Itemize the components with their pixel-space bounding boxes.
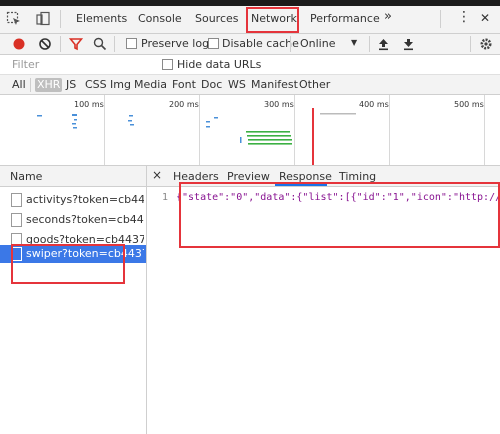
detail-tab-timing[interactable]: Timing: [339, 170, 376, 183]
tab-bar-separator-right: [440, 10, 441, 28]
name-column-label: Name: [10, 170, 43, 183]
type-filter-doc[interactable]: Doc: [201, 78, 222, 92]
inspect-element-icon[interactable]: [6, 11, 22, 27]
network-toolbar: Preserve log Disable cache Online ▼: [0, 34, 500, 55]
device-toolbar-icon[interactable]: [35, 11, 51, 27]
disable-cache-label: Disable cache: [222, 37, 299, 50]
search-icon[interactable]: [93, 37, 107, 51]
type-filter-css[interactable]: CSS: [85, 78, 107, 92]
request-name: seconds?token=cb443...: [26, 213, 144, 226]
type-filter-font[interactable]: Font: [172, 78, 196, 92]
menu-icon[interactable]: ⋮: [457, 9, 471, 25]
detail-tab-response[interactable]: Response: [279, 170, 332, 183]
type-filter-media[interactable]: Media: [134, 78, 167, 92]
detail-tab-preview[interactable]: Preview: [227, 170, 270, 183]
disable-cache-checkbox[interactable]: [208, 38, 219, 49]
tab-network[interactable]: Network: [251, 12, 297, 28]
import-har-icon[interactable]: [377, 37, 390, 51]
preserve-log-checkbox[interactable]: [126, 38, 137, 49]
filter-input[interactable]: Filter: [12, 58, 39, 71]
detail-tab-bar: × Headers Preview Response Timing: [147, 166, 500, 187]
clear-icon[interactable]: [38, 37, 52, 51]
record-icon[interactable]: [12, 37, 26, 51]
file-icon: [11, 247, 22, 261]
request-list: Name activitys?token=cb443... seconds?to…: [0, 166, 147, 434]
request-row[interactable]: activitys?token=cb443...: [0, 190, 146, 210]
throttling-select[interactable]: Online: [300, 37, 335, 50]
toolbar-separator: [114, 36, 115, 52]
type-filter-separator: [30, 78, 31, 92]
timeline-overview[interactable]: 100 ms 200 ms 300 ms 400 ms 500 ms: [0, 95, 500, 166]
type-filter-xhr[interactable]: XHR: [35, 78, 63, 92]
preserve-log-label: Preserve log: [141, 37, 210, 50]
hide-data-urls-label: Hide data URLs: [177, 58, 262, 71]
type-filter-img[interactable]: Img: [110, 78, 131, 92]
tab-sources[interactable]: Sources: [195, 12, 239, 28]
filter-icon[interactable]: [69, 37, 83, 51]
line-number: 1: [162, 192, 169, 203]
response-body[interactable]: {"state":"0","data":{"list":[{"id":"1","…: [176, 192, 500, 203]
tab-performance[interactable]: Performance: [310, 12, 380, 28]
devtools-tab-bar: Elements Console Sources Network Perform…: [0, 6, 500, 37]
close-devtools-icon[interactable]: ✕: [480, 11, 490, 27]
tab-console[interactable]: Console: [138, 12, 182, 28]
tab-bar-separator: [60, 10, 61, 28]
tab-elements[interactable]: Elements: [76, 12, 127, 28]
toolbar-separator: [60, 36, 61, 52]
overview-waterfall: [37, 108, 356, 165]
type-filter-all[interactable]: All: [12, 78, 26, 92]
request-detail-pane: × Headers Preview Response Timing 1 {"st…: [147, 166, 500, 434]
export-har-icon[interactable]: [402, 37, 415, 51]
request-row[interactable]: seconds?token=cb443...: [0, 210, 146, 230]
hide-data-urls-checkbox[interactable]: [162, 59, 173, 70]
request-name: swiper?token=cb44376...: [26, 247, 144, 260]
request-row-selected[interactable]: swiper?token=cb44376...: [0, 245, 146, 263]
close-detail-icon[interactable]: ×: [152, 168, 162, 182]
toolbar-separator: [290, 36, 291, 52]
file-icon: [11, 193, 22, 207]
more-tabs-icon[interactable]: »: [384, 9, 392, 25]
request-name: activitys?token=cb443...: [26, 193, 144, 206]
toolbar-separator: [369, 36, 370, 52]
toolbar-separator: [470, 36, 471, 52]
chevron-down-icon[interactable]: ▼: [351, 38, 357, 47]
type-filter-ws[interactable]: WS: [228, 78, 246, 92]
active-detail-tab-indicator: [275, 184, 327, 186]
type-filter-other[interactable]: Other: [299, 78, 330, 92]
file-icon: [11, 213, 22, 227]
type-filter-manifest[interactable]: Manifest: [251, 78, 298, 92]
name-column-header[interactable]: Name: [0, 166, 146, 187]
detail-tab-headers[interactable]: Headers: [173, 170, 219, 183]
gear-icon[interactable]: [479, 37, 493, 51]
filter-row: Filter Hide data URLs: [0, 55, 500, 75]
type-filter-js[interactable]: JS: [66, 78, 76, 92]
